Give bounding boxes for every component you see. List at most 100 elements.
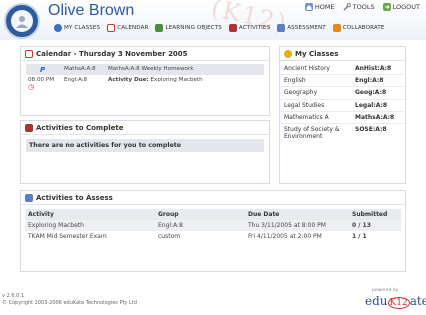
table-row[interactable]: TKAM Mid Semester Exam custom Fri 4/11/2… xyxy=(25,231,401,242)
copyright-text: © Copyright 2003-2006 eduKate Technologi… xyxy=(2,300,137,306)
table-row[interactable]: Exploring Macbeth Engl:A:8 Thu 3/11/2005… xyxy=(25,220,401,231)
nav-learning-objects[interactable]: LEARNING OBJECTS xyxy=(155,24,222,32)
nav-activities-label: ACTIVITIES xyxy=(238,25,271,31)
table-header-row: Activity Group Due Date Submitted xyxy=(25,209,401,220)
class-name: Legal Studies xyxy=(284,101,325,109)
my-classes-panel: My Classes Ancient History AnHist:A:8 En… xyxy=(279,46,406,184)
event-description: MathsA:A:8 Weekly Homework xyxy=(108,66,194,72)
col-due-date: Due Date xyxy=(245,209,349,220)
activities-assess-table: Activity Group Due Date Submitted Explor… xyxy=(25,209,401,242)
classes-icon xyxy=(284,49,292,58)
nav-assessment[interactable]: ASSESSMENT xyxy=(277,24,326,32)
activities-icon xyxy=(25,123,33,132)
event-group: Engl:A:8 xyxy=(64,76,88,83)
books-icon xyxy=(155,24,164,32)
brand-prefix: edu xyxy=(365,294,388,308)
event-prefix: Activity Due: xyxy=(108,76,149,83)
cell-submitted: 0 / 13 xyxy=(349,220,401,231)
my-classes-list: Ancient History AnHist:A:8 English Engl:… xyxy=(280,61,405,144)
brand-suffix: ate xyxy=(409,294,426,308)
activities-complete-title: Activities to Complete xyxy=(36,123,124,132)
nav-my-classes[interactable]: MY CLASSES xyxy=(54,24,100,32)
calendar-events: P MathsA:A:8 MathsA:A:8 Weekly Homework … xyxy=(21,61,269,96)
activities-complete-panel: Activities to Complete There are no acti… xyxy=(20,120,270,184)
class-row[interactable]: Ancient History AnHist:A:8 xyxy=(281,63,404,76)
logout-icon xyxy=(382,3,391,11)
class-code: SOSE:A:8 xyxy=(355,125,387,133)
col-activity: Activity xyxy=(25,209,155,220)
class-code: Legal:A:8 xyxy=(355,101,388,109)
my-classes-panel-title: My Classes xyxy=(280,47,405,61)
my-classes-title: My Classes xyxy=(295,49,339,58)
cell-group: custom xyxy=(158,233,181,240)
nav-collaborate-label: COLLABORATE xyxy=(342,25,385,31)
nav-home[interactable]: HOME xyxy=(304,3,335,11)
version-text: v 2.6.0.1 xyxy=(2,293,25,299)
class-row[interactable]: English Engl:A:8 xyxy=(281,75,404,88)
activities-complete-panel-title: Activities to Complete xyxy=(21,121,269,135)
edukate-logo[interactable]: edu K12 ate xyxy=(365,294,426,309)
class-row[interactable]: Study of Society & Environment SOSE:A:8 xyxy=(281,124,404,142)
activities-empty-message: There are no activities for you to compl… xyxy=(26,139,264,152)
assessment-icon xyxy=(25,193,33,202)
nav-calendar-label: CALENDAR xyxy=(117,25,149,31)
nav-learning-objects-label: LEARNING OBJECTS xyxy=(165,25,222,31)
nav-tools[interactable]: TOOLS xyxy=(343,3,375,11)
class-row[interactable]: Mathematics A MathsA:A:8 xyxy=(281,112,404,124)
calendar-event-row[interactable]: P MathsA:A:8 MathsA:A:8 Weekly Homework xyxy=(26,64,264,75)
class-name: Mathematics A xyxy=(284,113,329,121)
nav-collaborate[interactable]: COLLABORATE xyxy=(332,24,385,32)
class-row[interactable]: Legal Studies Legal:A:8 xyxy=(281,100,404,112)
brand-k12: K12 xyxy=(387,297,410,309)
event-group: MathsA:A:8 xyxy=(64,66,96,72)
calendar-panel-title: Calendar - Thursday 3 November 2005 xyxy=(21,47,269,61)
class-row[interactable]: Geography Geog:A:8 xyxy=(281,87,404,100)
app-logo[interactable] xyxy=(4,3,40,39)
cell-submitted: 1 / 1 xyxy=(352,233,367,240)
calendar-icon xyxy=(107,24,116,32)
class-code: MathsA:A:8 xyxy=(355,113,395,121)
col-submitted: Submitted xyxy=(349,209,401,220)
powered-by-text: powered by xyxy=(372,288,399,293)
top-nav: HOME TOOLS LOGOUT xyxy=(304,3,420,11)
nav-home-label: HOME xyxy=(314,3,335,11)
calendar-panel: Calendar - Thursday 3 November 2005 P Ma… xyxy=(20,46,270,116)
col-group: Group xyxy=(155,209,245,220)
event-description: Exploring Macbeth xyxy=(150,76,203,83)
activities-assess-title: Activities to Assess xyxy=(36,193,113,202)
class-name: English xyxy=(284,77,306,85)
alarm-clock-icon: ◷ xyxy=(28,82,35,91)
assessment-icon xyxy=(277,24,286,32)
nav-activities[interactable]: ACTIVITIES xyxy=(228,24,271,32)
class-code: AnHist:A:8 xyxy=(355,65,392,72)
calendar-icon xyxy=(25,49,33,58)
cell-group: Engl:A:8 xyxy=(155,220,245,231)
main-nav: MY CLASSES CALENDAR LEARNING OBJECTS ACT… xyxy=(54,24,385,32)
activities-assess-panel: Activities to Assess Activity Group Due … xyxy=(20,190,406,272)
app-header: (K12) Olive Brown HOME TOOLS LOGOUT MY C… xyxy=(0,0,426,40)
user-name: Olive Brown xyxy=(48,2,135,19)
user-photo-placeholder xyxy=(11,10,33,32)
class-name: Geography xyxy=(284,89,318,97)
classes-icon xyxy=(54,24,62,32)
activities-icon xyxy=(228,24,237,32)
nav-logout-label: LOGOUT xyxy=(392,3,420,11)
cell-due-date: Thu 3/11/2005 at 8:00 PM xyxy=(245,220,349,231)
user-silhouette-icon xyxy=(16,16,28,28)
cell-activity[interactable]: TKAM Mid Semester Exam xyxy=(25,231,155,242)
class-name: Study of Society & Environment xyxy=(284,125,340,141)
class-name: Ancient History xyxy=(284,65,330,72)
nav-assessment-label: ASSESSMENT xyxy=(287,25,326,31)
nav-logout[interactable]: LOGOUT xyxy=(382,3,420,11)
event-marker-icon: P xyxy=(40,66,46,74)
nav-my-classes-label: MY CLASSES xyxy=(64,25,101,31)
calendar-event-row[interactable]: 08:00 PM ◷ Engl:A:8 Activity Due: Explor… xyxy=(26,74,264,93)
footer: v 2.6.0.1 © Copyright 2003-2006 eduKate … xyxy=(2,293,137,307)
collaborate-icon xyxy=(332,24,341,32)
wrench-icon xyxy=(343,3,351,11)
nav-calendar[interactable]: CALENDAR xyxy=(107,24,148,32)
class-code: Geog:A:8 xyxy=(355,89,387,97)
home-icon xyxy=(304,3,313,11)
nav-tools-label: TOOLS xyxy=(352,3,375,11)
cell-activity[interactable]: Exploring Macbeth xyxy=(25,220,155,231)
